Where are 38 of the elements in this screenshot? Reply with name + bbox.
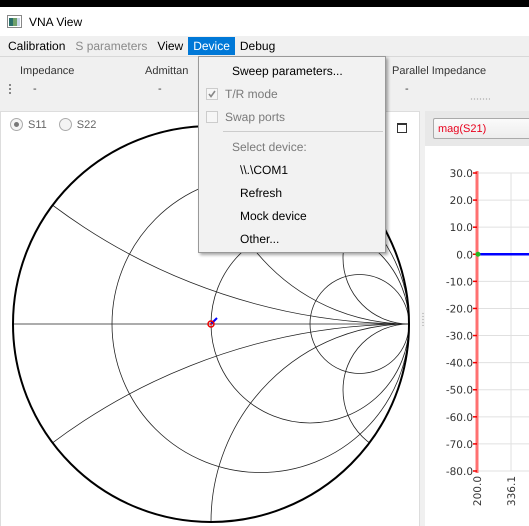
window-title: VNA View — [29, 14, 82, 28]
drag-handle-icon[interactable] — [8, 83, 12, 95]
port-radio[interactable]: S22 — [58, 118, 96, 131]
y-tick-label: 30.0 — [450, 168, 473, 180]
y-tick-label: -60.0 — [446, 412, 473, 424]
y-tick-label: -30.0 — [446, 330, 473, 343]
menu-item[interactable]: Refresh — [199, 181, 385, 204]
y-tick-label: -70.0 — [446, 438, 473, 451]
y-tick-label: -10.0 — [446, 276, 473, 288]
trace-dropdown[interactable]: mag(S21) — [433, 118, 529, 139]
menu-item[interactable]: \\.\COM1 — [199, 158, 385, 181]
x-tick-label: 200.0 — [472, 476, 484, 506]
maximize-icon[interactable] — [397, 123, 407, 133]
menu-item[interactable]: Calibration — [3, 37, 70, 55]
x-tick-label: 336.1 — [506, 476, 518, 506]
port-radio[interactable]: S11 — [10, 118, 47, 131]
y-tick-label: -20.0 — [446, 303, 473, 316]
y-tick-label: 10.0 — [450, 222, 473, 234]
menu-heading: Select device: — [231, 138, 308, 156]
y-tick-label: -50.0 — [446, 384, 473, 397]
menu-item[interactable]: Mock device — [199, 204, 385, 227]
menu-item[interactable]: Sweep parameters... — [199, 59, 385, 82]
menu-item[interactable]: Debug — [234, 37, 280, 55]
readout-label: Impedance — [20, 65, 76, 77]
y-tick-label: -40.0 — [446, 358, 473, 370]
menu-item[interactable]: Other... — [199, 227, 385, 250]
readout-label: Parallel Impedance — [392, 65, 486, 77]
y-tick-label: -80.0 — [446, 466, 473, 478]
readout-label: Admittan — [145, 65, 188, 77]
menu-item[interactable]: View — [152, 37, 188, 55]
readout-value: - — [157, 83, 163, 95]
y-tick-label: 20.0 — [450, 195, 473, 208]
marker-dot — [476, 252, 480, 257]
app-icon — [7, 15, 22, 28]
menu-item[interactable]: Device — [188, 37, 235, 55]
y-tick-label: 0.0 — [456, 249, 473, 262]
readout-value: - — [32, 83, 38, 95]
readout-value: - — [404, 83, 410, 95]
